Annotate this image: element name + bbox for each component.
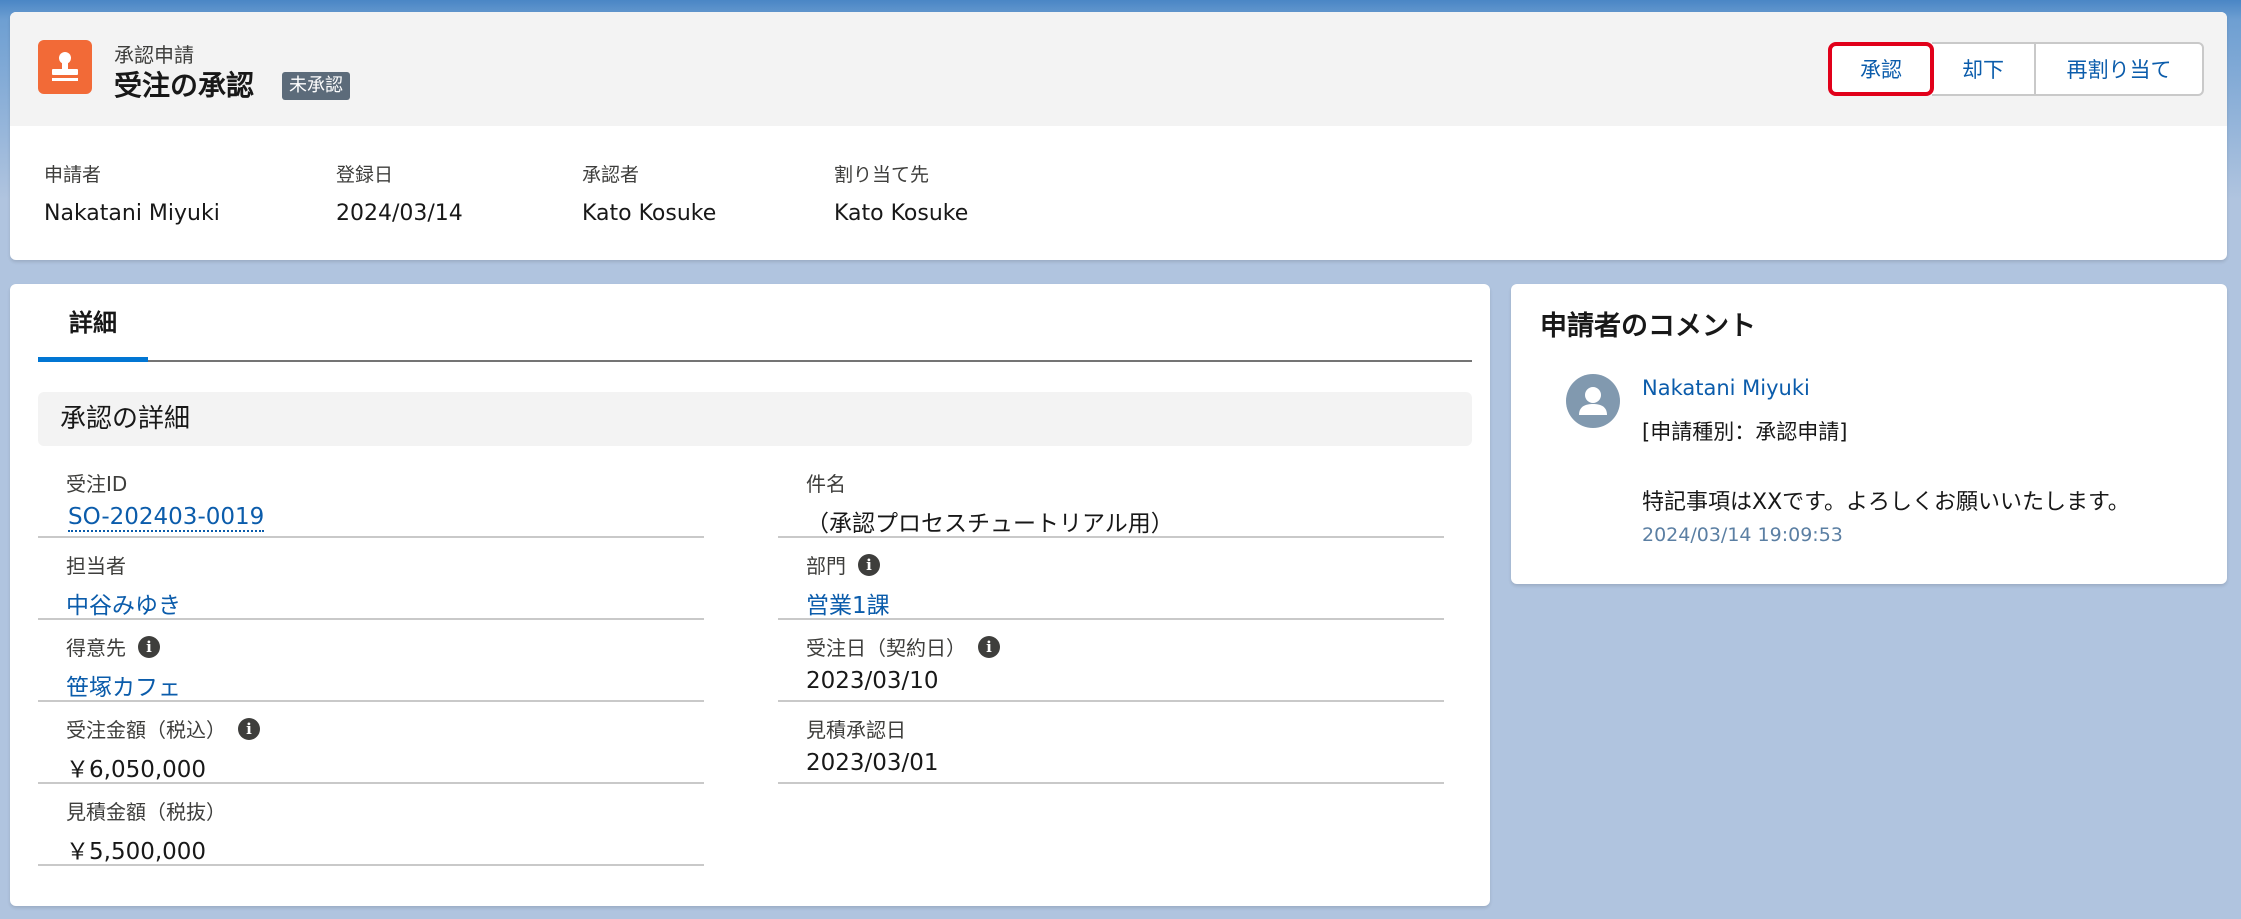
highlight-value: Kato Kosuke [582,201,717,226]
field-order-amount: 受注金額（税込） i ￥6,050,000 [38,702,704,784]
field-department: 部門 i 営業1課 [778,538,1444,620]
comment-card: 申請者のコメント Nakatani Miyuki [申請種別：承認申請] 特記事… [1511,284,2227,584]
record-header-card: 承認申請 受注の承認 未承認 承認 却下 再割り当て 申請者 Nakatani … [10,12,2227,260]
comment-type-line: [申請種別：承認申請] [1642,420,1848,444]
field-value: 2023/03/01 [806,750,939,776]
highlight-assigned-to: 割り当て先 Kato Kosuke [834,160,968,226]
highlight-submitter: 申請者 Nakatani Miyuki [44,160,220,226]
highlight-value: 2024/03/14 [336,201,463,226]
reject-button[interactable]: 却下 [1932,42,2036,96]
detail-card: 詳細 承認の詳細 受注ID SO-202403-0019 担当者 中谷みゆき 得… [10,284,1490,906]
highlight-value: Kato Kosuke [834,201,969,226]
comment-body: 特記事項はXXです。よろしくお願いいたします。 [1642,490,2130,515]
reassign-button[interactable]: 再割り当て [2034,42,2204,96]
highlight-created-date: 登録日 2024/03/14 [336,160,463,226]
field-label: 見積金額（税抜） [66,800,226,824]
comment-timestamp: 2024/03/14 19:09:53 [1642,524,1843,546]
field-value: ￥6,050,000 [66,757,207,783]
highlight-label: 申請者 [44,164,102,186]
field-value: ￥5,500,000 [66,839,207,865]
tab-details[interactable]: 詳細 [38,284,148,362]
field-quote-amount: 見積金額（税抜） ￥5,500,000 [38,784,704,866]
user-avatar-icon [1566,374,1620,428]
comment-panel-title: 申請者のコメント [1540,311,1756,342]
comment-author-link[interactable]: Nakatani Miyuki [1642,376,1810,400]
field-label-text: 得意先 [66,636,126,660]
field-label: 見積承認日 [806,718,906,742]
info-icon[interactable]: i [858,553,880,576]
department-link[interactable]: 営業1課 [806,586,890,620]
page-title: 受注の承認 [114,69,255,102]
highlight-approver: 承認者 Kato Kosuke [582,160,716,226]
highlight-value: Nakatani Miyuki [44,201,220,226]
order-id-link[interactable]: SO-202403-0019 [68,504,265,532]
highlight-label: 承認者 [582,164,640,186]
field-label: 担当者 [66,554,126,578]
field-label: 受注金額（税込） i [66,714,260,743]
approve-button[interactable]: 承認 [1828,42,1934,96]
field-label: 部門 i [806,550,880,579]
highlight-label: 登録日 [336,164,394,186]
customer-link[interactable]: 笹塚カフェ [66,668,181,702]
field-label-text: 受注日（契約日） [806,636,966,660]
field-label: 得意先 i [66,632,160,661]
info-icon[interactable]: i [978,635,1000,658]
owner-link[interactable]: 中谷みゆき [66,586,181,620]
field-value: SO-202403-0019 [68,504,265,532]
field-label-text: 部門 [806,554,846,578]
field-value: （承認プロセスチュートリアル用） [806,511,1174,537]
info-icon[interactable]: i [238,717,260,740]
action-button-group: 承認 却下 再割り当て [1828,42,2204,96]
section-header-approval-details[interactable]: 承認の詳細 [38,392,1472,446]
stamp-icon [38,40,92,94]
status-badge: 未承認 [282,72,350,100]
highlights-panel: 申請者 Nakatani Miyuki 登録日 2024/03/14 承認者 K… [10,160,2227,250]
record-header: 承認申請 受注の承認 未承認 承認 却下 再割り当て [10,12,2227,126]
field-owner: 担当者 中谷みゆき [38,538,704,620]
field-label: 受注ID [66,472,128,496]
field-quote-approval-date: 見積承認日 2023/03/01 [778,702,1444,784]
field-value: 2023/03/10 [806,668,939,694]
field-order-id: 受注ID SO-202403-0019 [38,456,704,538]
tab-bar: 詳細 [38,284,1472,362]
info-icon[interactable]: i [138,635,160,658]
field-subject: 件名 （承認プロセスチュートリアル用） [778,456,1444,538]
field-label: 受注日（契約日） i [806,632,1000,661]
field-label: 件名 [806,472,846,496]
field-order-date: 受注日（契約日） i 2023/03/10 [778,620,1444,702]
field-customer: 得意先 i 笹塚カフェ [38,620,704,702]
field-label-text: 受注金額（税込） [66,718,226,742]
highlight-label: 割り当て先 [834,164,930,186]
